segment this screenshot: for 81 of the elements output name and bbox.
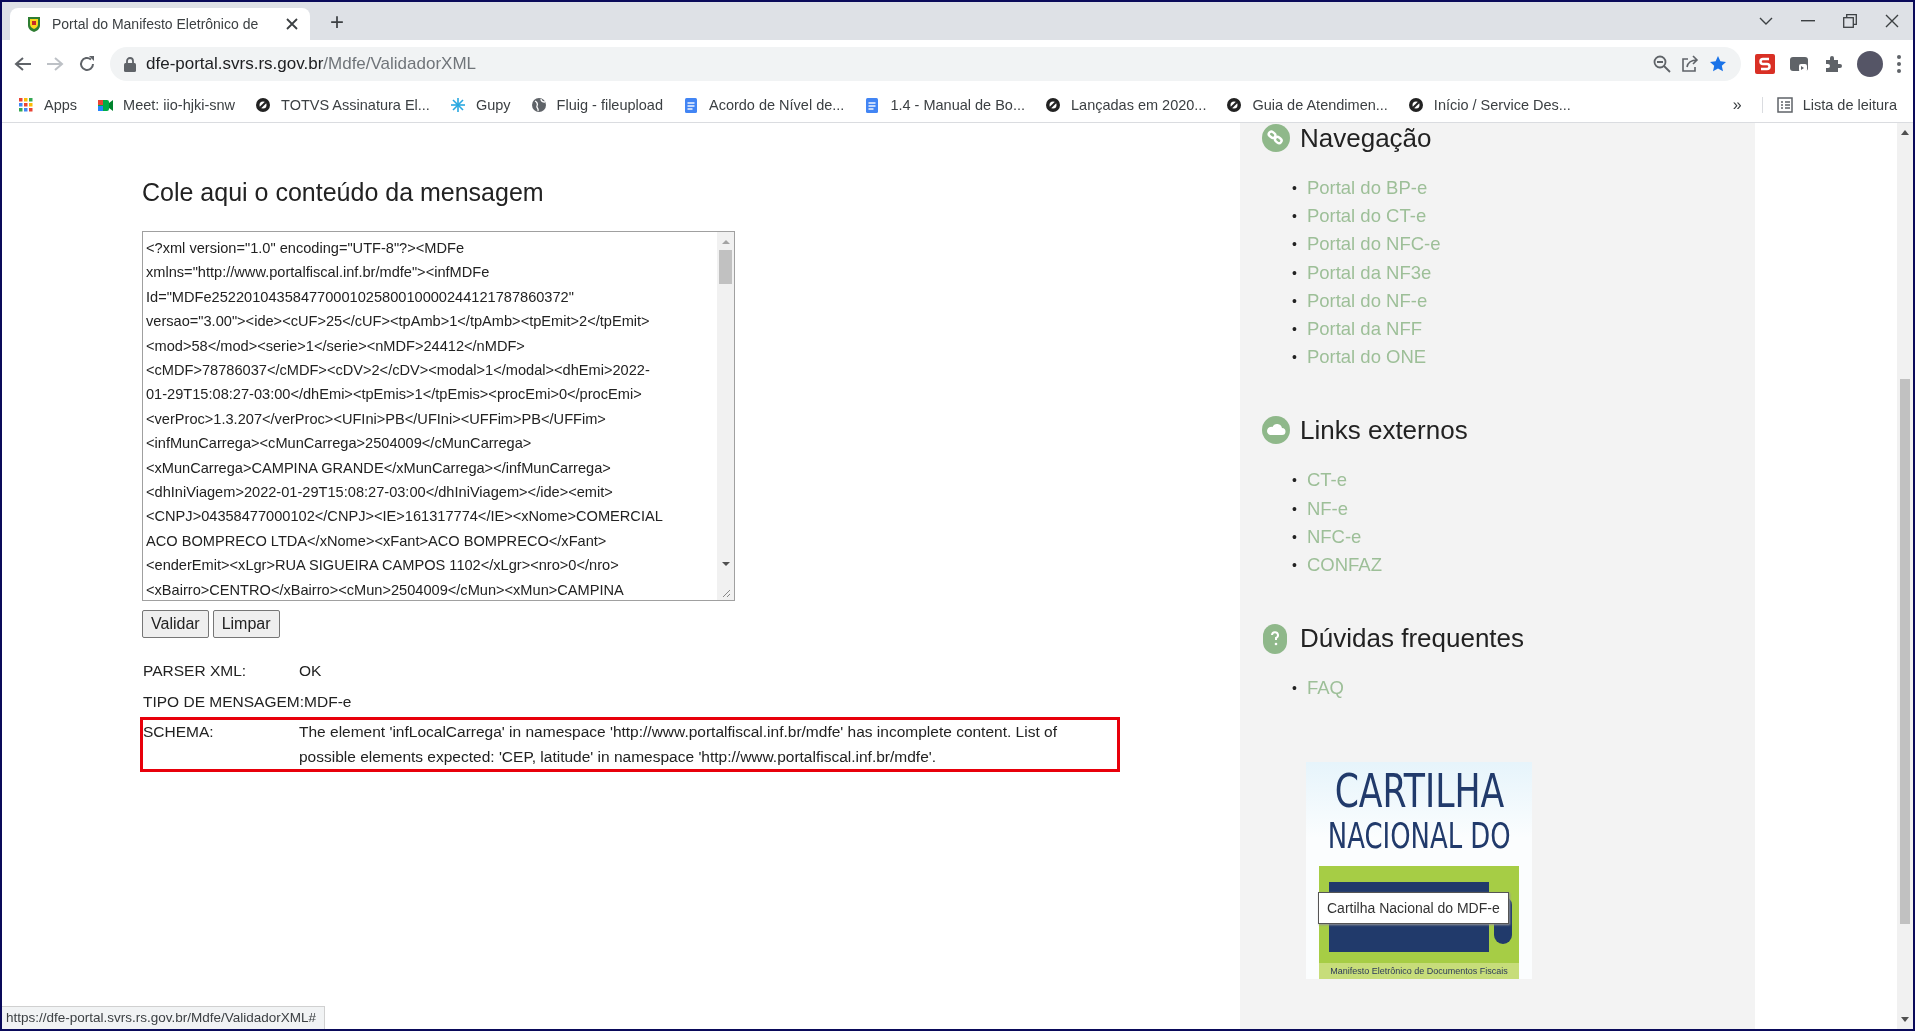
bullet: • xyxy=(1292,263,1297,283)
close-icon[interactable] xyxy=(1885,14,1899,28)
bullet: • xyxy=(1292,291,1297,311)
bookmark[interactable]: Meet: iio-hjki-snw xyxy=(97,97,236,113)
more-bookmarks-button[interactable]: » xyxy=(1732,96,1742,114)
result-label: TIPO DE MENSAGEM: xyxy=(143,691,305,712)
bookmark[interactable]: Gupy xyxy=(449,97,511,113)
bookmark[interactable]: Acordo de Nível de... xyxy=(682,97,845,113)
ring-logo-icon xyxy=(1407,97,1424,113)
avatar-icon[interactable] xyxy=(1857,51,1883,77)
document-icon xyxy=(682,97,699,113)
result-value: MDF-e xyxy=(304,691,353,712)
ring-logo-icon xyxy=(1045,97,1061,113)
scrollbar-thumb[interactable] xyxy=(719,250,732,284)
bullet: • xyxy=(1292,679,1297,699)
new-tab-button[interactable]: + xyxy=(324,8,350,36)
bookmark[interactable]: Lançadas em 2020... xyxy=(1045,97,1207,113)
bullet: • xyxy=(1292,179,1297,198)
bookmark[interactable]: 1.4 - Manual de Bo... xyxy=(864,97,1025,113)
section-heading: Navegação xyxy=(1300,123,1432,154)
star-icon[interactable] xyxy=(1709,55,1727,73)
bullet: • xyxy=(1292,499,1297,519)
letter-s-icon[interactable] xyxy=(1755,54,1775,74)
zoom-out-icon[interactable] xyxy=(1653,55,1671,73)
result-value: OK xyxy=(299,661,323,681)
minimize-icon[interactable] xyxy=(1801,20,1815,22)
banner-caption: Manifesto Eletrônico de Documentos Fiscais xyxy=(1319,963,1519,980)
form-button[interactable]: Validar xyxy=(142,610,209,638)
tooltip: Cartilha Nacional do MDF-e xyxy=(1318,892,1509,925)
bullet: • xyxy=(1292,556,1297,576)
crest-icon xyxy=(26,15,42,33)
status-url: https://dfe-portal.svrs.rs.gov.br/Mdfe/ValidadorXML# xyxy=(2,1006,326,1029)
more-icon[interactable] xyxy=(1897,55,1901,73)
bullet: • xyxy=(1292,527,1297,547)
cloud-icon xyxy=(1262,415,1290,446)
chevron-down-icon[interactable] xyxy=(1759,16,1773,26)
scroll-down-icon[interactable] xyxy=(1901,1017,1909,1023)
restore-icon[interactable] xyxy=(1843,14,1857,28)
address-bar[interactable]: dfe-portal.svrs.rs.gov.br/Mdfe/ValidadorXML xyxy=(110,47,1741,81)
grid-icon xyxy=(18,97,34,113)
bullet: • xyxy=(1292,207,1297,227)
bullet: • xyxy=(1292,235,1297,255)
snowflake-icon xyxy=(449,97,466,113)
scroll-down-icon[interactable] xyxy=(720,560,731,568)
scroll-up-icon[interactable] xyxy=(1901,129,1909,135)
section-heading: Dúvidas frequentes xyxy=(1300,623,1525,655)
document-icon xyxy=(864,97,881,113)
scrollbar-thumb[interactable] xyxy=(1900,379,1910,924)
video-camera-icon xyxy=(97,97,114,113)
bookmark[interactable]: Guia de Atendimen... xyxy=(1226,97,1388,113)
section-heading: Links externos xyxy=(1300,415,1468,447)
back-icon[interactable] xyxy=(14,56,32,72)
form-button[interactable]: Limpar xyxy=(212,610,280,638)
ring-logo-icon xyxy=(1226,97,1243,113)
result-label: SCHEMA: xyxy=(143,722,215,742)
puzzle-icon[interactable] xyxy=(1823,54,1843,74)
bullet: • xyxy=(1292,471,1297,491)
banner-title: CARTILHA xyxy=(1334,766,1504,817)
banner-subtitle: NACIONAL DO xyxy=(1327,816,1511,857)
globe-icon xyxy=(530,97,547,113)
screen-icon[interactable] xyxy=(1789,54,1809,74)
result-label: PARSER XML: xyxy=(143,661,248,681)
page-heading: Cole aqui o conteúdo da mensagem xyxy=(142,178,545,207)
bullet: • xyxy=(1292,320,1297,339)
question-mark-icon xyxy=(1262,623,1290,654)
bookmark[interactable]: Fluig - fileupload xyxy=(530,97,663,113)
reload-icon[interactable] xyxy=(78,55,96,73)
share-icon[interactable] xyxy=(1681,55,1699,73)
result-value: The element 'infLocalCarrega' in namespace 'http://www.portalfiscal.inf.br/mdfe' has incomplete content. List of possible elements expected: 'CEP, latitude' in namespace 'http://www.portalfiscal.inf.br/mdfe'. xyxy=(299,722,1058,767)
reading-list-button[interactable]: Lista de leitura xyxy=(1761,97,1897,113)
bookmark[interactable]: Início / Service Des... xyxy=(1407,97,1571,113)
ring-logo-icon xyxy=(255,97,272,113)
resize-grip-icon xyxy=(720,588,731,598)
bookmark[interactable]: Apps xyxy=(18,97,78,113)
bullet: • xyxy=(1292,348,1297,368)
xml-input-field[interactable]: <?xml version="1.0" encoding="UTF-8"?><MDFe xmlns="http://www.portalfiscal.inf.br/mdfe"><infMDFe Id="MDFe25220104358477000102580010000244121787860372" versao="3.00"><ide><cUF>25</cUF><tpAmb>1</tpAmb><tpEmit>2</tpEmit> <mod>58</mod><serie>1</serie><nMDF>24412</nMDF> <cMDF>78786037</cMDF><cDV>2</cDV><modal>1</modal><dhEmi>2022- 01-29T15:08:27-03:00</dhEmi><tpEmis>1</tpEmis><procEmi>0</procEmi> <verProc>1.3.207</verProc><UFIni>PB</UFIni><UFFim>PB</UFFim> <infMunCarrega><cMunCarrega>2504009</cMunCarrega> <xMunCarrega>CAMPINA GRANDE</xMunCarrega></infMunCarrega> <dhIniViagem>2022-01-29T15:08:27-03:00</dhIniViagem></ide><emit> <CNPJ>04358477000102</CNPJ><IE>161317774</IE><xNome>COMERCIAL ACO BOMPRECO LTDA</xNome><xFant>ACO BOMPRECO</xFant> <enderEmit><xLgr>RUA SIGUEIRA CAMPOS 1102</xLgr><nro>0</nro> <xBairro>CENTRO</xBairro><cMun>2504009</cMun><xMun>CAMPINA xyxy=(142,231,735,601)
list-icon xyxy=(1776,97,1793,113)
browser-tab[interactable]: Portal do Manifesto Eletrônico de xyxy=(10,8,310,40)
close-icon[interactable] xyxy=(286,18,298,30)
bookmark[interactable]: TOTVS Assinatura El... xyxy=(255,97,430,113)
lock-icon xyxy=(124,56,136,72)
